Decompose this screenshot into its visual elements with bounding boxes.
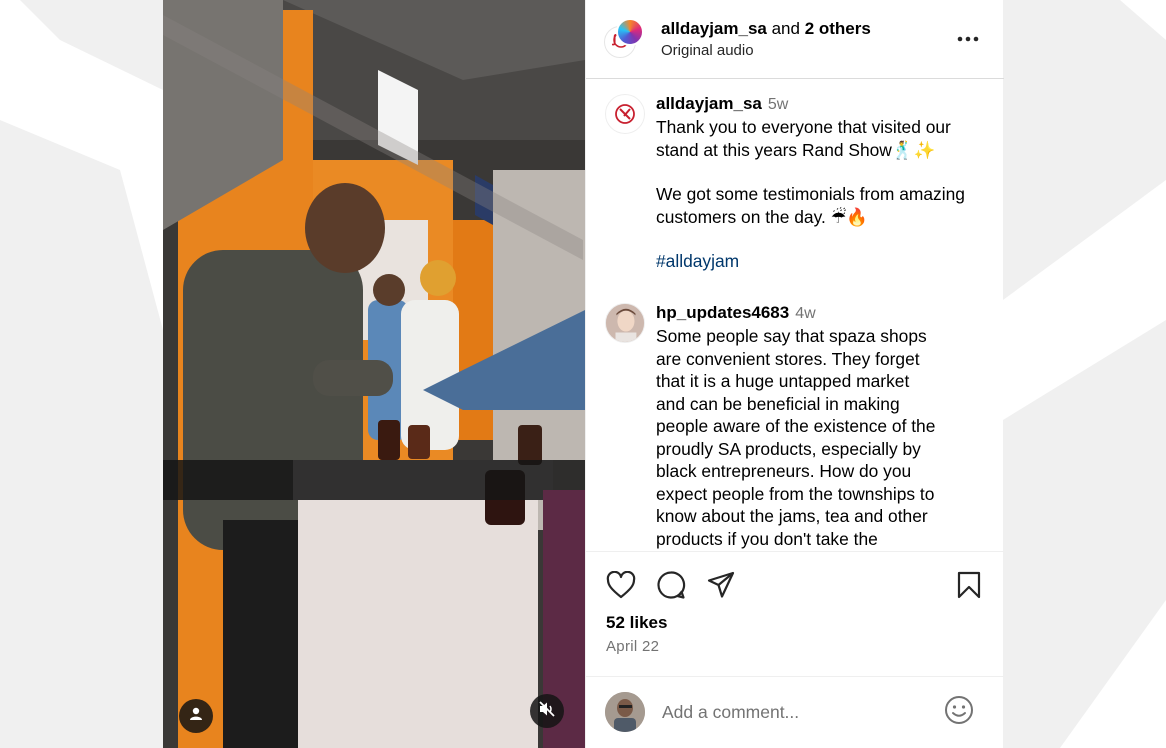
post-actions: 52 likes April 22 — [586, 551, 1004, 676]
current-user-avatar[interactable] — [605, 692, 645, 732]
likes-count[interactable]: 52 likes — [606, 613, 667, 633]
collab-others-link[interactable]: 2 others — [805, 19, 871, 38]
more-horizontal-icon — [957, 29, 979, 47]
person-icon — [189, 707, 203, 726]
comment-input[interactable] — [662, 698, 922, 726]
collaborator-avatar[interactable] — [616, 18, 644, 46]
speaker-muted-icon — [538, 700, 556, 723]
bookmark-icon — [957, 571, 981, 604]
more-options-button[interactable] — [956, 26, 980, 50]
caption-paragraph-1: Thank you to everyone that visited our s… — [656, 117, 951, 160]
caption-author-avatar[interactable] — [605, 94, 645, 134]
tagged-users-button[interactable] — [179, 699, 213, 733]
post-details-panel: ꭍ alldayjam_sa and 2 others Original aud… — [585, 0, 1004, 748]
mute-button[interactable] — [530, 694, 564, 728]
post-author-username[interactable]: alldayjam_sa — [661, 19, 767, 38]
caption-username[interactable]: alldayjam_sa — [656, 94, 762, 113]
save-button[interactable] — [954, 571, 984, 604]
audio-link[interactable]: Original audio — [661, 42, 754, 59]
caption-paragraph-2: We got some testimonials from amazing cu… — [656, 184, 965, 227]
share-button[interactable] — [706, 571, 736, 604]
comment-item: hp_updates4683 4w Some people say that sp… — [586, 303, 1004, 551]
emoji-button[interactable] — [944, 695, 974, 730]
comment-text: Some people say that spaza shops are con… — [656, 326, 936, 549]
caption-time[interactable]: 5w — [768, 96, 788, 113]
hashtag-link[interactable]: #alldayjam — [656, 251, 739, 272]
comment-icon — [656, 570, 686, 605]
caption: alldayjam_sa 5w Thank you to everyone tha… — [586, 94, 1004, 294]
add-comment-bar — [586, 676, 1004, 748]
caption-user-line: alldayjam_sa 5w — [656, 94, 788, 114]
comment-username[interactable]: hp_updates4683 — [656, 303, 789, 322]
comment-button[interactable] — [656, 570, 686, 605]
commenter-avatar[interactable] — [605, 303, 645, 343]
post-video[interactable] — [163, 0, 585, 748]
post-author-line: alldayjam_sa and 2 others — [661, 19, 871, 39]
post-date[interactable]: April 22 — [606, 638, 659, 655]
comment-user-line: hp_updates4683 4w — [656, 303, 816, 323]
comments-list[interactable]: alldayjam_sa 5w Thank you to everyone tha… — [586, 80, 1004, 551]
post-header: ꭍ alldayjam_sa and 2 others Original aud… — [586, 0, 1004, 79]
video-frame — [163, 0, 585, 748]
share-icon — [707, 571, 735, 604]
comment-time[interactable]: 4w — [795, 305, 815, 322]
heart-icon — [606, 570, 636, 604]
like-button[interactable] — [606, 570, 636, 604]
collab-connector: and — [771, 19, 800, 38]
emoji-icon — [944, 695, 974, 730]
